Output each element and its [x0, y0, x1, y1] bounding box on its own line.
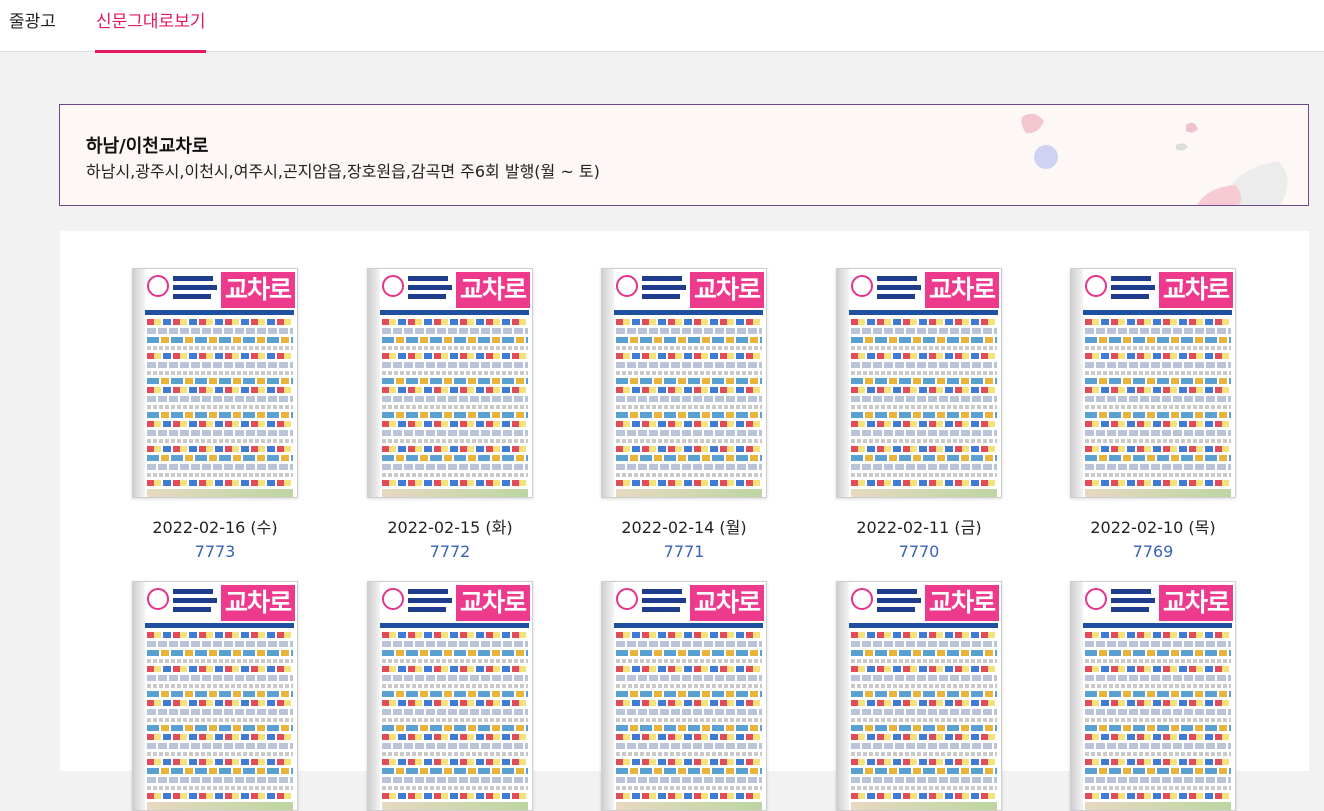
issue-number-link[interactable]: 7773 [98, 542, 332, 561]
newspaper-thumbnail[interactable]: 교차로 [367, 581, 533, 811]
issue-date: 2022-02-16 (수) [152, 518, 278, 537]
logo-icon [851, 588, 873, 610]
active-tab-underline [95, 50, 207, 53]
masthead-title: 교차로 [221, 272, 295, 308]
newspaper-thumbnail[interactable]: 교차로 [132, 268, 298, 498]
top-navigation: 줄광고 신문그대로보기 [0, 0, 1324, 53]
masthead: 교차로 [145, 272, 295, 308]
petal-decoration [1021, 113, 1288, 205]
logo-icon [147, 588, 169, 610]
masthead: 교차로 [145, 585, 295, 621]
masthead-title: 교차로 [1159, 272, 1233, 308]
issue-date: 2022-02-14 (월) [621, 518, 747, 537]
newspaper-thumbnail[interactable]: 교차로 [601, 581, 767, 811]
masthead-title: 교차로 [1159, 585, 1233, 621]
masthead-title: 교차로 [925, 272, 999, 308]
issue-number-link[interactable]: 7771 [567, 542, 801, 561]
issue-number-link[interactable]: 7769 [1036, 542, 1270, 561]
newspaper-thumbnail[interactable]: 교차로 [367, 268, 533, 498]
newspaper-card[interactable]: 교차로 2022-02-16 (수) 7773 [98, 268, 332, 561]
masthead-title: 교차로 [221, 585, 295, 621]
issue-number-link[interactable]: 7770 [802, 542, 1036, 561]
logo-icon [147, 275, 169, 297]
newspaper-card[interactable]: 교차로 2022-02-15 (화) 7772 [333, 268, 567, 561]
masthead-title: 교차로 [690, 585, 764, 621]
issue-number-link[interactable]: 7772 [333, 542, 567, 561]
logo-icon [382, 275, 404, 297]
newspaper-thumbnail[interactable]: 교차로 [836, 581, 1002, 811]
masthead: 교차로 [849, 585, 999, 621]
logo-icon [616, 275, 638, 297]
logo-icon [382, 588, 404, 610]
masthead-title: 교차로 [925, 585, 999, 621]
newspaper-thumbnail[interactable]: 교차로 [1070, 581, 1236, 811]
issue-date: 2022-02-10 (목) [1090, 518, 1216, 537]
logo-icon [1085, 588, 1107, 610]
masthead: 교차로 [380, 585, 530, 621]
issue-date: 2022-02-15 (화) [387, 518, 513, 537]
masthead-title: 교차로 [690, 272, 764, 308]
newspaper-card[interactable]: 교차로 [333, 581, 567, 811]
newspaper-card[interactable]: 교차로 2022-02-10 (목) 7769 [1036, 268, 1270, 561]
newspaper-thumbnail[interactable]: 교차로 [132, 581, 298, 811]
masthead: 교차로 [1083, 272, 1233, 308]
issue-date: 2022-02-11 (금) [856, 518, 982, 537]
edition-title: 하남/이천교차로 [86, 136, 209, 157]
newspaper-thumbnail[interactable]: 교차로 [1070, 268, 1236, 498]
newspaper-card[interactable]: 교차로 [98, 581, 332, 811]
tab-newspaper-view[interactable]: 신문그대로보기 [95, 0, 207, 53]
logo-icon [851, 275, 873, 297]
newspaper-card[interactable]: 교차로 [567, 581, 801, 811]
logo-icon [616, 588, 638, 610]
masthead-title: 교차로 [456, 272, 530, 308]
newspaper-card[interactable]: 교차로 2022-02-11 (금) 7770 [802, 268, 1036, 561]
newspaper-card[interactable]: 교차로 [802, 581, 1036, 811]
tab-line-ads[interactable]: 줄광고 [9, 0, 56, 52]
masthead: 교차로 [849, 272, 999, 308]
edition-banner: 하남/이천교차로 하남시,광주시,이천시,여주시,곤지암읍,장호원읍,감곡면 주… [59, 104, 1309, 206]
masthead: 교차로 [1083, 585, 1233, 621]
masthead: 교차로 [380, 272, 530, 308]
newspaper-card[interactable]: 교차로 [1036, 581, 1270, 811]
newspaper-card[interactable]: 교차로 2022-02-14 (월) 7771 [567, 268, 801, 561]
masthead-title: 교차로 [456, 585, 530, 621]
masthead: 교차로 [614, 585, 764, 621]
logo-icon [1085, 275, 1107, 297]
masthead: 교차로 [614, 272, 764, 308]
newspaper-thumbnail[interactable]: 교차로 [836, 268, 1002, 498]
edition-description: 하남시,광주시,이천시,여주시,곤지암읍,장호원읍,감곡면 주6회 발행(월 ~… [86, 162, 600, 181]
newspaper-thumbnail[interactable]: 교차로 [601, 268, 767, 498]
tab-newspaper-view-label: 신문그대로보기 [96, 12, 206, 32]
